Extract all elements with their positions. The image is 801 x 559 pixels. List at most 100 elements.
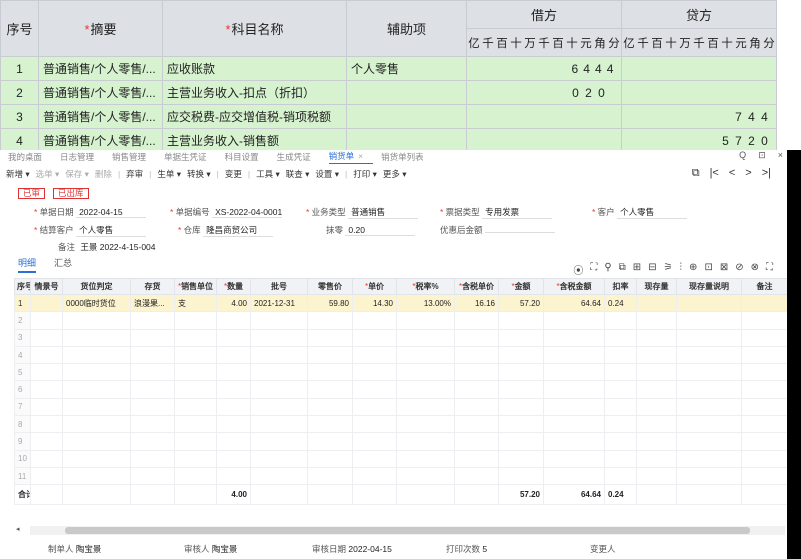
detail-cell[interactable] <box>604 449 637 468</box>
detail-empty-row[interactable]: 9 <box>14 432 788 451</box>
detail-cell[interactable] <box>498 432 544 451</box>
detail-cell[interactable] <box>62 466 131 486</box>
tab-close-icon[interactable]: × <box>358 151 363 161</box>
tab-6[interactable]: 销货单 × <box>328 150 374 164</box>
detail-cell[interactable] <box>216 397 251 417</box>
detail-cell[interactable] <box>174 328 217 347</box>
detail-cell[interactable] <box>636 328 677 347</box>
detail-cell[interactable] <box>62 397 131 417</box>
copy-icon[interactable]: ⧉ <box>692 167 700 180</box>
detail-col-header[interactable]: *销售单位 <box>174 278 217 295</box>
voucher-credit-cell[interactable] <box>621 56 777 81</box>
close-icon[interactable]: × <box>778 150 783 161</box>
detail-cell[interactable] <box>62 311 131 330</box>
detail-cell[interactable] <box>741 415 788 434</box>
toolbar-button-8[interactable]: 工具 ▾ <box>256 168 280 180</box>
detail-cell[interactable] <box>62 449 131 468</box>
detail-cell[interactable] <box>396 397 455 417</box>
detail-cell[interactable] <box>636 432 677 451</box>
detail-cell[interactable] <box>636 449 677 468</box>
detail-cell[interactable] <box>174 432 217 451</box>
detail-cell[interactable] <box>174 311 217 330</box>
grid-tool-icon[interactable]: ⦿ <box>573 262 583 277</box>
voucher-credit-cell[interactable]: 5720 <box>621 128 777 153</box>
voucher-row[interactable]: 4 普通销售/个人零售/... 主营业务收入-销售额 5 7 2 0 <box>0 128 777 153</box>
detail-cell[interactable] <box>396 466 455 486</box>
tab-4[interactable]: 科目设置 <box>225 151 269 163</box>
detail-cell[interactable] <box>676 345 742 365</box>
detail-cell[interactable] <box>250 345 308 365</box>
prev-record-icon[interactable]: < <box>729 167 735 180</box>
detail-cell[interactable]: 13.00% <box>396 293 455 313</box>
detail-cell[interactable] <box>30 345 63 365</box>
detail-cell[interactable] <box>307 380 353 399</box>
toolbar-button-0[interactable]: 新增 ▾ <box>6 168 30 180</box>
detail-col-header[interactable]: *含税单价 <box>454 278 499 295</box>
detail-cell[interactable] <box>498 466 544 486</box>
detail-cell[interactable] <box>174 380 217 399</box>
voucher-aux-cell[interactable] <box>346 80 467 105</box>
warehouse-field[interactable]: * 仓库 隆昌商贸公司 <box>178 224 274 237</box>
tab-summary[interactable]: 汇总 <box>54 256 72 273</box>
detail-cell[interactable] <box>741 293 788 313</box>
detail-cell[interactable] <box>250 432 308 451</box>
detail-cell[interactable]: 10 <box>14 449 31 468</box>
toolbar-button-5[interactable]: 生单 ▾ <box>157 168 181 180</box>
detail-cell[interactable]: 6 <box>14 380 31 399</box>
detail-col-header[interactable]: 存货 <box>130 278 175 295</box>
detail-cell[interactable] <box>130 432 175 451</box>
scroll-thumb[interactable] <box>65 527 750 534</box>
detail-cell[interactable] <box>307 449 353 468</box>
detail-cell[interactable] <box>250 449 308 468</box>
grid-tool-icon[interactable]: ⫶ <box>680 262 683 277</box>
detail-cell[interactable] <box>396 345 455 365</box>
detail-col-header[interactable]: 情景号 <box>30 278 63 295</box>
detail-cell[interactable] <box>676 466 742 486</box>
voucher-row[interactable]: 1 普通销售/个人零售/... 应收账款 个人零售 6 4 4 4 <box>0 56 777 81</box>
customer-field[interactable]: * 客户 个人零售 <box>592 206 688 219</box>
detail-cell[interactable] <box>307 311 353 330</box>
detail-cell[interactable] <box>352 466 397 486</box>
detail-cell[interactable] <box>636 363 677 382</box>
detail-cell[interactable] <box>307 432 353 451</box>
detail-empty-row[interactable]: 6 <box>14 380 788 399</box>
tab-2[interactable]: 销售管理 <box>112 151 156 163</box>
next-record-icon[interactable]: > <box>745 167 751 180</box>
detail-cell[interactable] <box>216 449 251 468</box>
detail-cell[interactable] <box>30 466 63 486</box>
detail-cell[interactable] <box>543 311 605 330</box>
detail-cell[interactable] <box>498 328 544 347</box>
detail-cell[interactable] <box>676 380 742 399</box>
detail-cell[interactable]: 7 <box>14 397 31 417</box>
detail-cell[interactable] <box>676 397 742 417</box>
detail-cell[interactable] <box>543 397 605 417</box>
detail-cell[interactable] <box>352 328 397 347</box>
detail-cell[interactable] <box>30 328 63 347</box>
detail-cell[interactable] <box>636 380 677 399</box>
detail-cell[interactable] <box>307 328 353 347</box>
tab-0[interactable]: 我的桌面 <box>8 151 52 163</box>
toolbar-button-10[interactable]: 设置 ▾ <box>315 168 339 180</box>
detail-cell[interactable] <box>741 328 788 347</box>
detail-cell[interactable] <box>307 466 353 486</box>
detail-cell[interactable] <box>454 311 499 330</box>
detail-cell[interactable] <box>454 328 499 347</box>
detail-cell[interactable] <box>130 466 175 486</box>
detail-cell[interactable] <box>396 363 455 382</box>
grid-tool-icon[interactable]: ⚞ <box>664 262 673 277</box>
grid-tool-icon[interactable]: ⊠ <box>720 262 728 277</box>
detail-cell[interactable] <box>130 363 175 382</box>
discount-field[interactable]: 抹零 0.20 <box>326 224 416 236</box>
detail-cell[interactable] <box>676 432 742 451</box>
detail-cell[interactable] <box>62 345 131 365</box>
detail-cell[interactable] <box>307 397 353 417</box>
detail-row[interactable]: 1 0000临时货位 浪漫果... 支 4.00 2021-12-31 59.80 14.30… <box>14 293 788 313</box>
detail-empty-row[interactable]: 2 <box>14 311 788 330</box>
voucher-aux-cell[interactable] <box>346 104 467 129</box>
detail-col-header[interactable]: 现存量 <box>636 278 677 295</box>
detail-cell[interactable] <box>352 415 397 434</box>
detail-cell[interactable] <box>352 449 397 468</box>
detail-cell[interactable] <box>307 345 353 365</box>
detail-cell[interactable] <box>216 432 251 451</box>
invoice-type-field[interactable]: * 票据类型 专用发票 <box>440 206 553 219</box>
